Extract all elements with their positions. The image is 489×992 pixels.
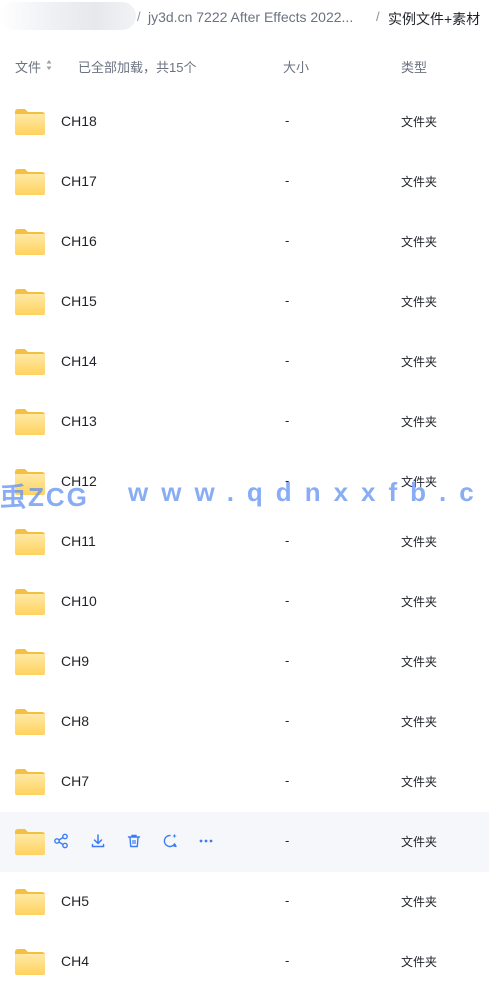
watermark-left-text: 䖝ZCG — [0, 482, 89, 512]
table-row[interactable]: CH17 - 文件夹 — [0, 152, 489, 212]
table-row[interactable]: CH5 - 文件夹 — [0, 872, 489, 932]
row-name[interactable]: CH14 — [61, 353, 97, 369]
row-name[interactable]: CH11 — [61, 533, 96, 549]
table-row[interactable]: CH11 - 文件夹 — [0, 512, 489, 572]
column-header-name[interactable]: 文件 — [15, 57, 41, 76]
row-type: 文件夹 — [401, 175, 438, 189]
folder-icon — [15, 769, 45, 795]
row-size: - — [285, 233, 290, 248]
row-size: - — [285, 893, 290, 908]
row-type: 文件夹 — [401, 715, 438, 729]
row-name[interactable]: CH5 — [61, 893, 89, 909]
row-name[interactable]: CH4 — [61, 953, 89, 969]
folder-icon — [15, 889, 45, 915]
row-size: - — [285, 533, 290, 548]
folder-icon — [15, 229, 45, 255]
file-list-header: 文件 已全部加载，共15个 大小 类型 — [0, 52, 489, 80]
breadcrumb-item-current: 实例文件+素材 — [388, 11, 481, 27]
delete-icon[interactable] — [125, 832, 143, 850]
row-name[interactable]: CH13 — [61, 413, 97, 429]
folder-icon — [15, 649, 45, 675]
ai-chat-icon[interactable] — [161, 832, 179, 850]
table-row[interactable]: - 文件夹 — [0, 812, 489, 872]
row-size: - — [285, 293, 290, 308]
row-size: - — [285, 653, 290, 668]
table-row[interactable]: CH15 - 文件夹 — [0, 272, 489, 332]
table-row[interactable]: CH16 - 文件夹 — [0, 212, 489, 272]
breadcrumb-separator: / — [137, 9, 141, 24]
table-row[interactable]: CH8 - 文件夹 — [0, 692, 489, 752]
more-icon[interactable] — [197, 832, 215, 850]
row-size: - — [285, 113, 290, 128]
folder-icon — [15, 829, 45, 855]
breadcrumb-item-parent[interactable]: jy3d.cn 7222 After Effects 2022... — [148, 9, 353, 25]
row-name[interactable]: CH10 — [61, 593, 97, 609]
row-type: 文件夹 — [401, 535, 438, 549]
download-icon[interactable] — [89, 832, 107, 850]
row-type: 文件夹 — [401, 835, 438, 849]
row-name[interactable]: CH9 — [61, 653, 89, 669]
row-name[interactable]: CH16 — [61, 233, 97, 249]
table-row[interactable]: CH13 - 文件夹 — [0, 392, 489, 452]
table-row[interactable]: CH10 - 文件夹 — [0, 572, 489, 632]
folder-icon — [15, 349, 45, 375]
table-row[interactable]: CH9 - 文件夹 — [0, 632, 489, 692]
row-type: 文件夹 — [401, 415, 438, 429]
row-size: - — [285, 833, 290, 848]
row-type: 文件夹 — [401, 895, 438, 909]
row-type: 文件夹 — [401, 115, 438, 129]
sort-icon[interactable] — [46, 59, 52, 71]
row-type: 文件夹 — [401, 775, 438, 789]
row-type: 文件夹 — [401, 355, 438, 369]
row-type: 文件夹 — [401, 655, 438, 669]
row-type: 文件夹 — [401, 595, 438, 609]
folder-icon — [15, 709, 45, 735]
folder-icon — [15, 109, 45, 135]
row-size: - — [285, 593, 290, 608]
folder-icon — [15, 169, 45, 195]
row-size: - — [285, 773, 290, 788]
table-row[interactable]: CH14 - 文件夹 — [0, 332, 489, 392]
row-name[interactable]: CH15 — [61, 293, 97, 309]
column-header-type: 类型 — [401, 60, 428, 75]
row-name[interactable]: CH7 — [61, 773, 89, 789]
row-size: - — [285, 173, 290, 188]
row-name[interactable]: CH17 — [61, 173, 97, 189]
file-list: CH18 - 文件夹 CH17 - 文件夹 CH16 - 文件夹 CH15 - 文件夹 CH14 - 文件夹… — [0, 92, 489, 992]
load-status: 已全部加载，共15个 — [78, 60, 197, 75]
breadcrumb-separator: / — [376, 9, 380, 24]
folder-icon — [15, 529, 45, 555]
table-row[interactable]: CH7 - 文件夹 — [0, 752, 489, 812]
breadcrumb: / jy3d.cn 7222 After Effects 2022... / 实… — [0, 0, 489, 34]
folder-icon — [15, 409, 45, 435]
watermark: 䖝ZCG www.qdnxxfb.c — [0, 477, 489, 517]
watermark-url-text: www.qdnxxfb.c — [128, 477, 487, 507]
table-row[interactable]: CH4 - 文件夹 — [0, 932, 489, 992]
row-name[interactable]: CH18 — [61, 113, 97, 129]
row-type: 文件夹 — [401, 295, 438, 309]
folder-icon — [15, 949, 45, 975]
table-row[interactable]: CH18 - 文件夹 — [0, 92, 489, 152]
row-name[interactable]: CH8 — [61, 713, 89, 729]
folder-icon — [15, 289, 45, 315]
breadcrumb-blurred-root[interactable] — [0, 2, 136, 30]
folder-icon — [15, 589, 45, 615]
row-size: - — [285, 953, 290, 968]
row-size: - — [285, 353, 290, 368]
column-header-size: 大小 — [283, 60, 310, 75]
row-type: 文件夹 — [401, 955, 438, 969]
row-size: - — [285, 713, 290, 728]
row-size: - — [285, 413, 290, 428]
share-icon[interactable] — [52, 832, 70, 850]
row-type: 文件夹 — [401, 235, 438, 249]
